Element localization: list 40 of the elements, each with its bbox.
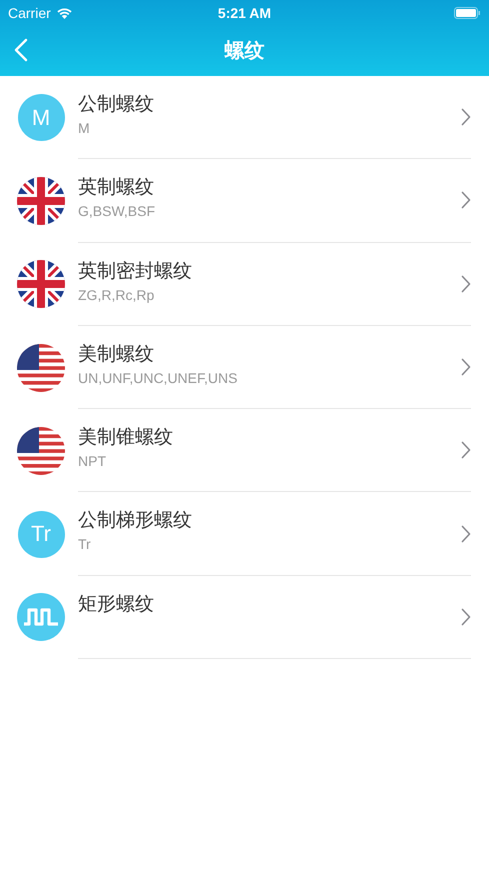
battery-icon xyxy=(454,6,481,18)
uk-flag-icon xyxy=(17,260,65,308)
item-subtitle: G,BSW,BSF xyxy=(78,203,156,220)
wifi-icon xyxy=(56,6,73,18)
square-wave-icon xyxy=(17,593,65,642)
chevron-icon xyxy=(461,608,471,626)
carrier-label: Carrier xyxy=(8,4,51,20)
thread-type-item[interactable]: 英制螺纹 G,BSW,BSF xyxy=(0,159,489,243)
item-title: 美制锥螺纹 xyxy=(78,425,174,450)
chevron-icon xyxy=(461,524,471,543)
thread-type-item[interactable]: 英制密封螺纹 ZG,R,Rc,Rp xyxy=(0,242,489,326)
letter-icon: M xyxy=(18,94,64,142)
item-title: 公制梯形螺纹 xyxy=(78,508,193,534)
item-title: 英制密封螺纹 xyxy=(78,258,193,284)
status-time: 5:21 AM xyxy=(218,4,272,20)
us-flag-icon xyxy=(17,426,65,475)
uk-flag-icon xyxy=(17,176,65,225)
chevron-icon xyxy=(461,441,471,460)
page-title: 螺纹 xyxy=(224,37,264,64)
chevron-icon xyxy=(461,108,471,126)
letter-icon: Tr xyxy=(18,510,64,558)
item-subtitle: ZG,R,Rc,Rp xyxy=(78,286,156,303)
item-subtitle: UN,UNF,UNC,UNEF,UNS xyxy=(78,370,238,386)
chevron-icon xyxy=(461,191,471,210)
back-button[interactable] xyxy=(14,38,28,62)
thread-type-item[interactable]: M 公制螺纹 M xyxy=(0,76,489,160)
item-subtitle: NPT xyxy=(78,453,107,470)
item-subtitle: M xyxy=(78,120,91,136)
thread-type-item[interactable]: Tr 公制梯形螺纹 Tr xyxy=(0,492,489,576)
item-title: 美制螺纹 xyxy=(78,342,155,367)
item-title: 英制螺纹 xyxy=(78,175,155,200)
thread-type-item[interactable]: 美制螺纹 UN,UNF,UNC,UNEF,UNS xyxy=(0,326,489,410)
item-title: 公制螺纹 xyxy=(78,92,155,117)
thread-type-item[interactable]: 矩形螺纹 xyxy=(0,576,489,660)
chevron-icon xyxy=(461,274,471,293)
item-title: 矩形螺纹 xyxy=(78,592,155,617)
us-flag-icon xyxy=(17,344,65,392)
item-subtitle: Tr xyxy=(78,536,92,552)
chevron-icon xyxy=(461,358,471,376)
thread-type-item[interactable]: 美制锥螺纹 NPT xyxy=(0,409,489,492)
